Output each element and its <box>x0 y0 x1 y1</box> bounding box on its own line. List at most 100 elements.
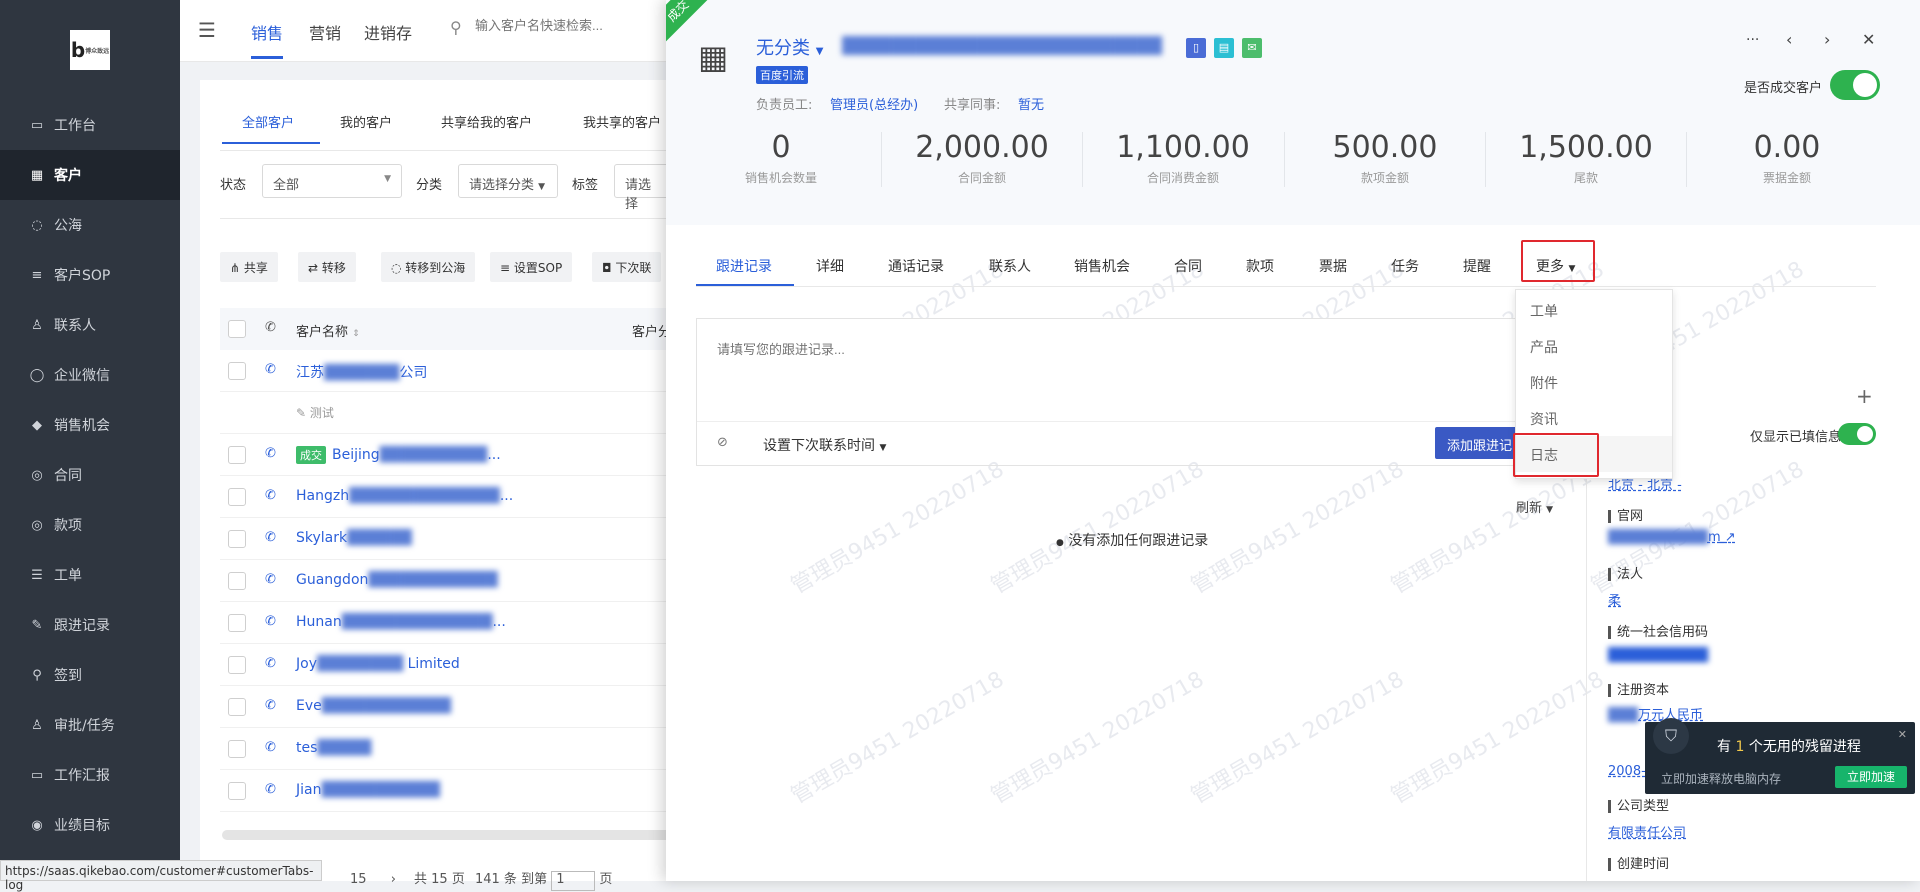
tab-contacts[interactable]: 联系人 <box>989 256 1031 276</box>
select-all-checkbox[interactable] <box>228 320 246 338</box>
tab-my-customers[interactable]: 我的客户 <box>340 112 392 131</box>
menu-item-news[interactable]: 资讯 <box>1516 400 1672 436</box>
horizontal-scrollbar[interactable] <box>222 830 722 840</box>
tab-contracts[interactable]: 合同 <box>1174 256 1202 276</box>
tab-tasks[interactable]: 任务 <box>1391 256 1419 276</box>
sidebar-item-customers[interactable]: ▦ 客户 <box>0 150 180 200</box>
tab-inventory[interactable]: 进销存 <box>364 20 412 44</box>
tab-invoices[interactable]: 票据 <box>1319 256 1347 276</box>
sidebar-item-contacts[interactable]: ♙ 联系人 <box>0 300 180 350</box>
sort-icon[interactable]: ⇕ <box>352 329 360 339</box>
field-capital-value[interactable]: ███万元人民币 <box>1608 704 1703 723</box>
field-company-type-value[interactable]: 有限责任公司 <box>1608 822 1686 841</box>
phone-icon[interactable]: ✆ <box>265 614 276 629</box>
table-row[interactable]: ✆ Jian███████████ <box>220 770 740 812</box>
sidebar-item-followups[interactable]: ✎ 跟进记录 <box>0 600 180 650</box>
share-button[interactable]: ⋔ 共享 <box>220 252 278 282</box>
customer-name-link[interactable]: tes█████ <box>296 740 371 756</box>
sidebar-item-targets[interactable]: ◉ 业绩目标 <box>0 800 180 850</box>
phone-icon[interactable]: ✆ <box>265 572 276 587</box>
tab-followup[interactable]: 跟进记录 <box>716 256 772 276</box>
customer-name-link[interactable]: Joy████████ Limited <box>296 656 460 672</box>
field-website-value[interactable]: ██████████m ↗ <box>1608 530 1736 545</box>
table-row[interactable]: ✆ Eve████████████ <box>220 686 740 728</box>
sidebar-item-tickets[interactable]: ☰ 工单 <box>0 550 180 600</box>
tab-all-customers[interactable]: 全部客户 <box>242 112 294 131</box>
table-row[interactable]: ✆ Joy████████ Limited <box>220 644 740 686</box>
tab-opportunities[interactable]: 销售机会 <box>1074 256 1130 276</box>
table-row[interactable]: ✆ Skylark██████ <box>220 518 740 560</box>
customer-name-link[interactable]: Hunan██████████████... <box>296 614 506 630</box>
sidebar-item-contracts[interactable]: ◎ 合同 <box>0 450 180 500</box>
customer-name-link[interactable]: Guangdon████████████ <box>296 572 498 588</box>
tab-marketing[interactable]: 营销 <box>309 20 341 44</box>
customer-name-link[interactable]: Eve████████████ <box>296 698 451 714</box>
table-row[interactable]: ✆ tes█████ <box>220 728 740 770</box>
refresh-dropdown[interactable]: 刷新 ▼ <box>1516 497 1553 516</box>
phone-icon[interactable]: ✆ <box>265 782 276 797</box>
customer-name-link[interactable]: 江苏███████公司 <box>296 362 427 382</box>
column-header-name[interactable]: 客户名称 ⇕ <box>296 321 360 340</box>
set-sop-button[interactable]: ≡ 设置SOP <box>490 252 573 282</box>
transfer-button[interactable]: ⇄ 转移 <box>298 252 356 282</box>
phone-icon[interactable]: ✆ <box>265 446 276 461</box>
previous-icon[interactable]: ‹ <box>1786 30 1792 49</box>
menu-item-attachment[interactable]: 附件 <box>1516 364 1672 400</box>
sidebar-item-reports[interactable]: ▭ 工作汇报 <box>0 750 180 800</box>
page-size[interactable]: 15 <box>350 872 367 887</box>
message-icon[interactable]: ▤ <box>1214 38 1234 58</box>
speed-up-button[interactable]: 立即加速 <box>1835 766 1907 788</box>
next-icon[interactable]: › <box>1824 30 1830 49</box>
field-legal-person-value[interactable]: 柔 <box>1608 590 1621 609</box>
row-checkbox[interactable] <box>228 530 246 548</box>
row-checkbox[interactable] <box>228 782 246 800</box>
tab-payments[interactable]: 款项 <box>1246 256 1274 276</box>
move-to-sea-button[interactable]: ◌ 转移到公海 <box>381 252 476 282</box>
more-options-icon[interactable]: ··· <box>1746 32 1759 48</box>
followup-textarea[interactable] <box>697 319 1515 419</box>
email-icon[interactable]: ✉ <box>1242 38 1262 58</box>
customer-name-link[interactable]: Hangzh██████████████... <box>296 488 513 504</box>
search-input[interactable] <box>475 18 675 33</box>
row-checkbox[interactable] <box>228 488 246 506</box>
tab-call-records[interactable]: 通话记录 <box>888 256 944 276</box>
customer-name-link[interactable]: Jian███████████ <box>296 782 440 798</box>
sidebar-item-checkin[interactable]: ⚲ 签到 <box>0 650 180 700</box>
table-row[interactable]: ✆ 成交 Beijing██████████... <box>220 434 740 476</box>
table-row[interactable]: ✆ Hangzh██████████████... <box>220 476 740 518</box>
phone-icon[interactable]: ✆ <box>265 740 276 755</box>
sidebar-item-opportunities[interactable]: ◆ 销售机会 <box>0 400 180 450</box>
customer-name-link[interactable]: 成交 Beijing██████████... <box>296 446 501 464</box>
table-row[interactable]: ✆ Guangdon████████████ <box>220 560 740 602</box>
only-filled-toggle[interactable] <box>1838 423 1876 445</box>
next-contact-button[interactable]: ◘ 下次联 <box>592 252 662 282</box>
row-checkbox[interactable] <box>228 740 246 758</box>
status-select[interactable]: 全部 ▼ <box>262 164 402 198</box>
add-followup-button[interactable]: 添加跟进记 <box>1435 427 1517 459</box>
phone-icon[interactable]: ✆ <box>265 362 276 377</box>
field-established-value[interactable]: 2008- <box>1608 764 1646 779</box>
tab-shared-to-me[interactable]: 共享给我的客户 <box>441 112 532 131</box>
close-icon[interactable]: ✕ <box>1862 30 1875 49</box>
close-icon[interactable]: ✕ <box>1898 728 1907 741</box>
tab-details[interactable]: 详细 <box>816 256 844 276</box>
mobile-icon[interactable]: ▯ <box>1186 38 1206 58</box>
row-checkbox[interactable] <box>228 698 246 716</box>
collapse-menu-icon[interactable]: ☰ <box>198 18 216 42</box>
tab-reminders[interactable]: 提醒 <box>1463 256 1491 276</box>
phone-icon[interactable]: ✆ <box>265 488 276 503</box>
share-value[interactable]: 暂无 <box>1018 94 1044 113</box>
next-contact-dropdown[interactable]: 设置下次联系时间 ▼ <box>763 435 886 455</box>
table-row[interactable]: ✆ 江苏███████公司 <box>220 350 740 392</box>
phone-icon[interactable]: ✆ <box>265 530 276 545</box>
menu-item-ticket[interactable]: 工单 <box>1516 292 1672 328</box>
category-select[interactable]: 请选择分类 ▼ <box>458 164 558 198</box>
table-row[interactable]: ✆ Hunan██████████████... <box>220 602 740 644</box>
row-checkbox[interactable] <box>228 446 246 464</box>
page-input[interactable]: 1 <box>551 871 596 891</box>
row-checkbox[interactable] <box>228 656 246 674</box>
next-page-icon[interactable]: › <box>391 872 396 887</box>
sidebar-item-wechat[interactable]: ◯ 企业微信 <box>0 350 180 400</box>
sidebar-item-dashboard[interactable]: ▭ 工作台 <box>0 100 180 150</box>
sidebar-item-sop[interactable]: ≡ 客户SOP <box>0 250 180 300</box>
